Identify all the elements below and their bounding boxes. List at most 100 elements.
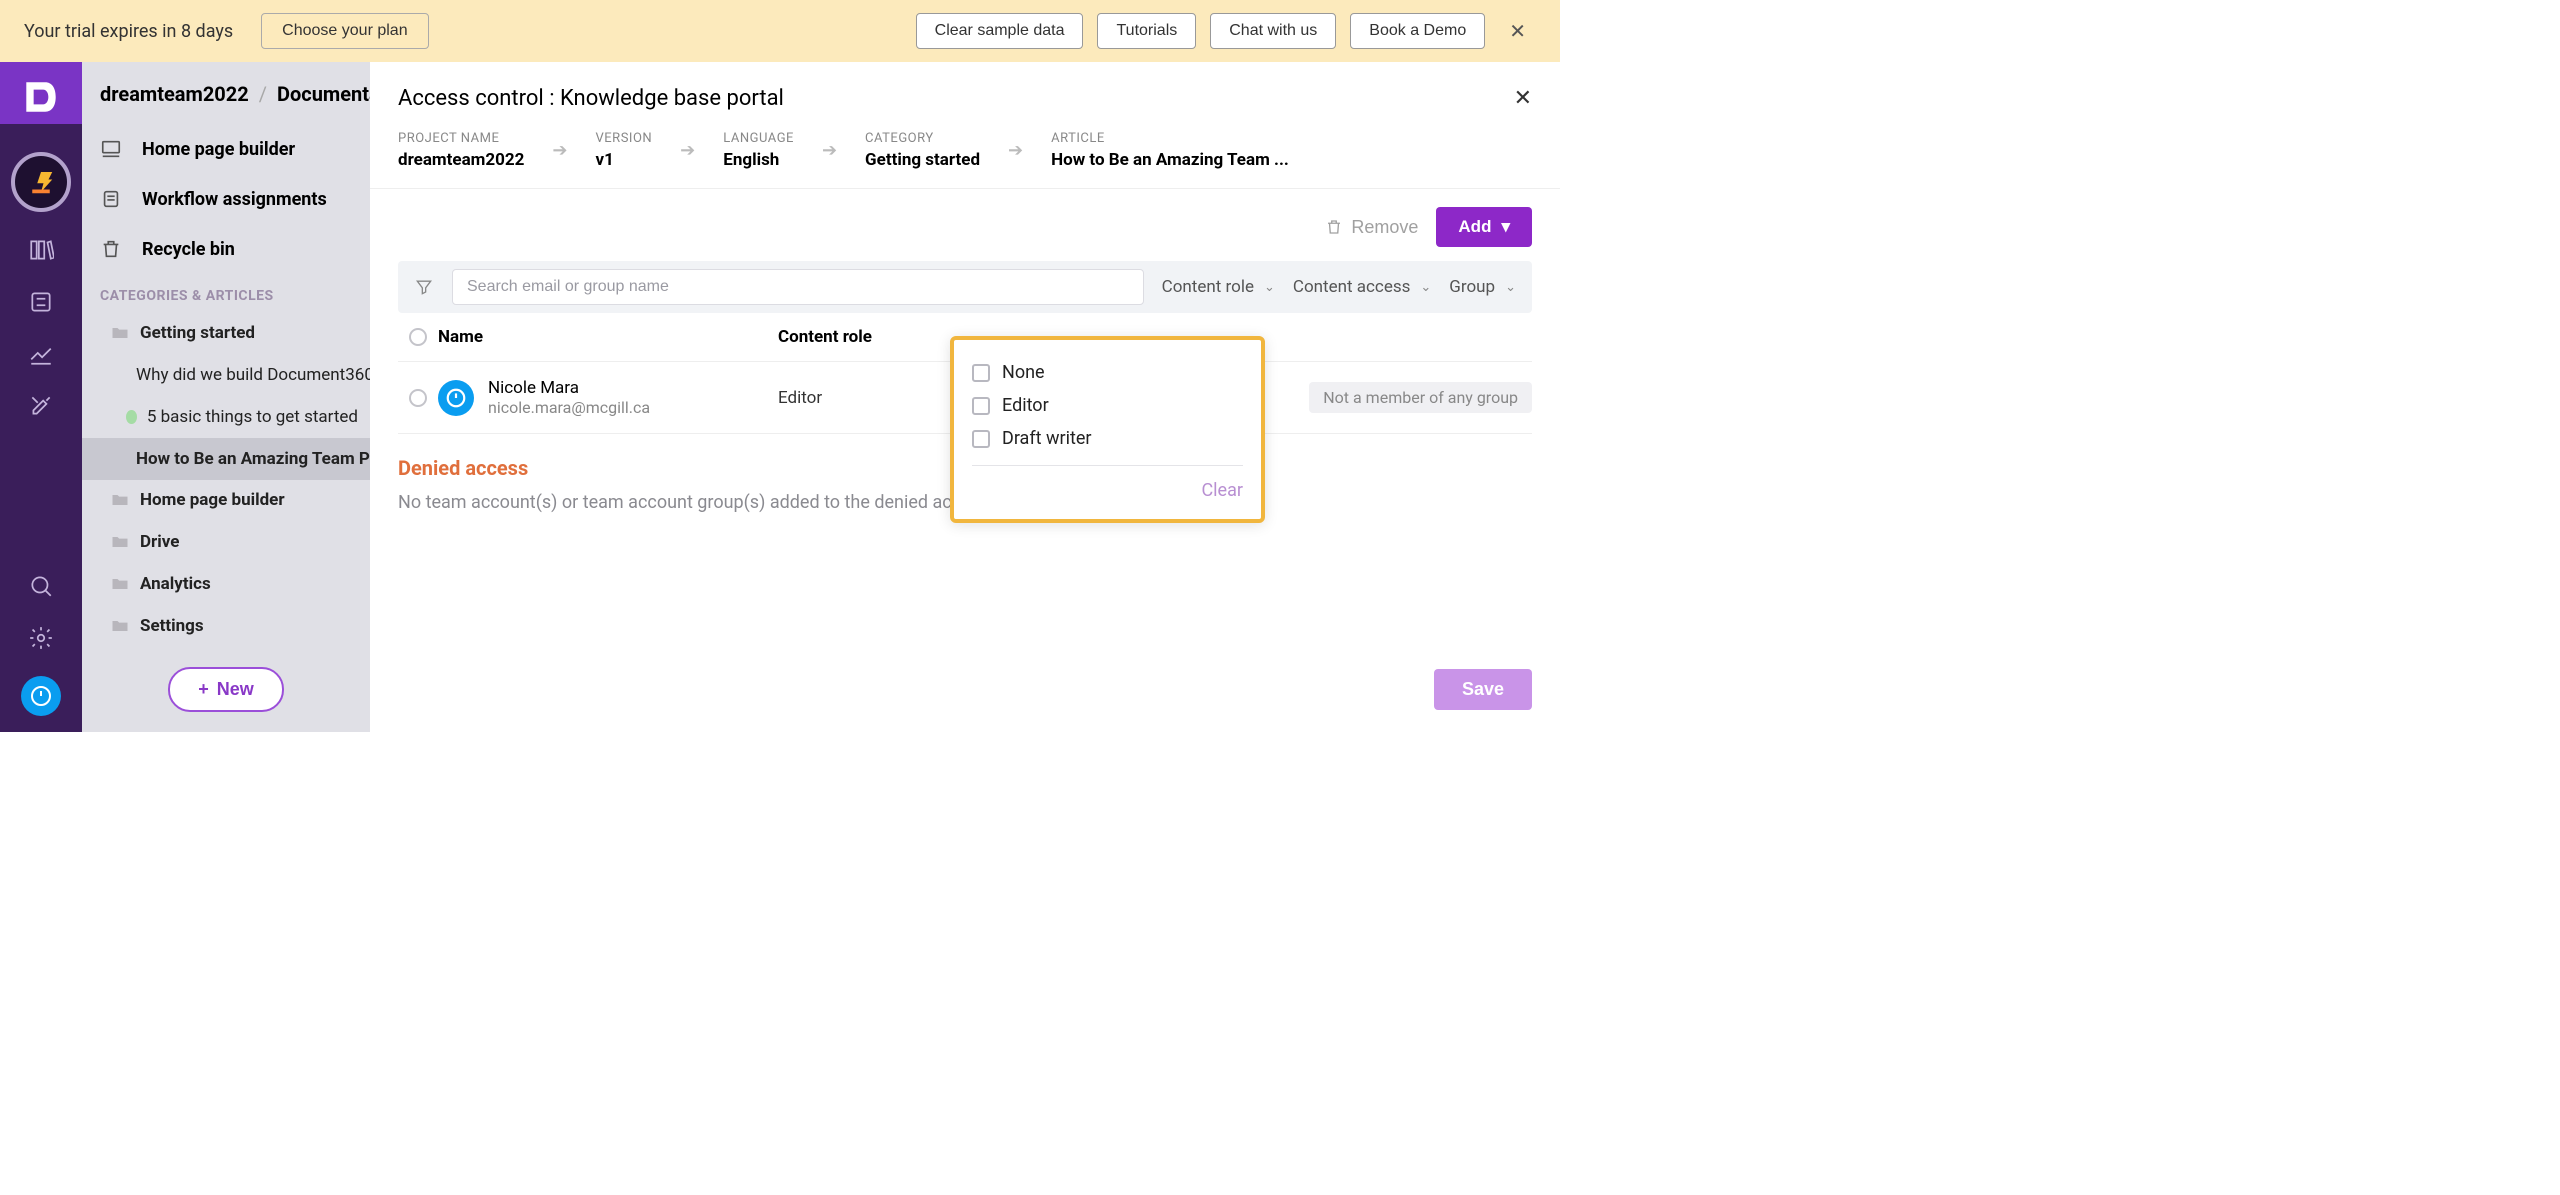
sidebar-workflow[interactable]: Workflow assignments bbox=[82, 174, 370, 224]
crumb-value: English bbox=[723, 150, 794, 170]
crumb-sep: / bbox=[259, 82, 267, 106]
select-all-radio[interactable] bbox=[409, 328, 427, 346]
filter-bar: Content role⌄ Content access⌄ Group⌄ bbox=[398, 261, 1532, 313]
settings-icon[interactable] bbox=[27, 624, 55, 652]
arrow-icon: ➔ bbox=[1008, 140, 1023, 161]
sidebar-recycle[interactable]: Recycle bin bbox=[82, 224, 370, 274]
chevron-down-icon: ⌄ bbox=[1264, 280, 1275, 295]
content-role-filter[interactable]: Content role⌄ bbox=[1162, 277, 1275, 297]
chat-button[interactable]: Chat with us bbox=[1210, 13, 1336, 49]
crumb-value: Getting started bbox=[865, 150, 980, 170]
tutorials-button[interactable]: Tutorials bbox=[1097, 13, 1196, 49]
tree-label: Why did we build Document360 bbox=[136, 365, 370, 385]
panel-close-icon[interactable]: ✕ bbox=[1514, 86, 1532, 111]
option-label: None bbox=[1002, 362, 1045, 383]
user-avatar-icon bbox=[438, 380, 474, 416]
crumb-value: v1 bbox=[596, 150, 653, 170]
sidebar-label: Workflow assignments bbox=[142, 189, 327, 210]
tree-how-active[interactable]: How to Be an Amazing Team Player bbox=[82, 438, 370, 480]
checkbox-icon[interactable] bbox=[972, 364, 990, 382]
tools-icon[interactable] bbox=[27, 392, 55, 420]
group-filter[interactable]: Group⌄ bbox=[1449, 277, 1516, 297]
option-label: Editor bbox=[1002, 395, 1049, 416]
chevron-down-icon: ⌄ bbox=[1420, 280, 1431, 295]
crumb-label: PROJECT NAME bbox=[398, 131, 524, 146]
icon-rail bbox=[0, 62, 82, 732]
plus-icon: + bbox=[198, 679, 209, 700]
app-logo-icon[interactable] bbox=[20, 76, 62, 118]
crumb-label: LANGUAGE bbox=[723, 131, 794, 146]
breadcrumb-row: PROJECT NAME dreamteam2022 ➔ VERSION v1 … bbox=[370, 131, 1560, 189]
checkbox-icon[interactable] bbox=[972, 397, 990, 415]
sidebar: dreamteam2022 / Documentation Home page … bbox=[82, 62, 370, 732]
crumb-category: CATEGORY Getting started bbox=[865, 131, 980, 170]
choose-plan-button[interactable]: Choose your plan bbox=[261, 13, 428, 49]
analytics-icon[interactable] bbox=[27, 340, 55, 368]
popover-clear[interactable]: Clear bbox=[972, 472, 1243, 511]
col-name: Name bbox=[438, 327, 778, 347]
tree-hpb[interactable]: Home page builder bbox=[82, 480, 370, 522]
option-label: Draft writer bbox=[1002, 428, 1092, 449]
new-button[interactable]: + New bbox=[168, 667, 284, 712]
project-avatar[interactable] bbox=[11, 152, 71, 212]
clear-sample-button[interactable]: Clear sample data bbox=[916, 13, 1084, 49]
content-access-filter[interactable]: Content access⌄ bbox=[1293, 277, 1431, 297]
popover-option-draft[interactable]: Draft writer bbox=[972, 422, 1243, 455]
filter-icon[interactable] bbox=[414, 277, 434, 297]
popover-option-none[interactable]: None bbox=[972, 356, 1243, 389]
crumb-language: LANGUAGE English bbox=[723, 131, 794, 170]
arrow-icon: ➔ bbox=[552, 140, 567, 161]
crumb-label: VERSION bbox=[596, 131, 653, 146]
tree-label: Drive bbox=[140, 532, 179, 552]
tree-settings[interactable]: Settings bbox=[82, 605, 370, 647]
panel-title: Access control : Knowledge base portal bbox=[398, 86, 784, 111]
checkbox-icon[interactable] bbox=[972, 430, 990, 448]
folder-icon bbox=[110, 616, 130, 636]
tree-label: 5 basic things to get started bbox=[147, 407, 358, 427]
banner-close-icon[interactable]: ✕ bbox=[1499, 19, 1536, 43]
row-radio[interactable] bbox=[409, 389, 427, 407]
popover-option-editor[interactable]: Editor bbox=[972, 389, 1243, 422]
content-role-popover: None Editor Draft writer Clear bbox=[950, 336, 1265, 523]
crumb-value: dreamteam2022 bbox=[398, 150, 524, 170]
new-label: New bbox=[217, 679, 254, 700]
save-button[interactable]: Save bbox=[1434, 669, 1532, 710]
trial-banner: Your trial expires in 8 days Choose your… bbox=[0, 0, 1560, 62]
docs-icon[interactable] bbox=[27, 236, 55, 264]
trial-text: Your trial expires in 8 days bbox=[24, 21, 233, 42]
folder-icon bbox=[110, 532, 130, 552]
tree-drive[interactable]: Drive bbox=[82, 521, 370, 563]
row-name: Nicole Mara bbox=[488, 378, 650, 398]
forms-icon[interactable] bbox=[27, 288, 55, 316]
tree-analytics[interactable]: Analytics bbox=[82, 563, 370, 605]
search-icon[interactable] bbox=[27, 572, 55, 600]
search-input[interactable] bbox=[452, 269, 1144, 305]
arrow-icon: ➔ bbox=[822, 140, 837, 161]
tree-five[interactable]: 5 basic things to get started bbox=[82, 396, 370, 438]
folder-icon bbox=[110, 574, 130, 594]
crumb-version: VERSION v1 bbox=[596, 131, 653, 170]
categories-header: CATEGORIES & ARTICLES bbox=[82, 274, 370, 312]
trash-icon bbox=[1325, 218, 1343, 236]
monitor-icon bbox=[100, 138, 124, 160]
status-dot-icon bbox=[126, 410, 137, 424]
tree-getting-started[interactable]: Getting started bbox=[82, 312, 370, 354]
crumb-label: CATEGORY bbox=[865, 131, 980, 146]
workflow-icon bbox=[100, 188, 124, 210]
book-demo-button[interactable]: Book a Demo bbox=[1350, 13, 1485, 49]
sidebar-label: Recycle bin bbox=[142, 239, 235, 260]
trash-icon bbox=[100, 238, 124, 260]
chevron-down-icon: ⌄ bbox=[1505, 280, 1516, 295]
add-button[interactable]: Add ▾ bbox=[1436, 207, 1532, 247]
tree-why[interactable]: Why did we build Document360 bbox=[82, 354, 370, 396]
remove-label: Remove bbox=[1351, 217, 1418, 238]
tree-label: How to Be an Amazing Team Player bbox=[136, 449, 370, 469]
tree-label: Getting started bbox=[140, 323, 255, 343]
user-avatar-icon[interactable] bbox=[21, 676, 61, 716]
remove-button[interactable]: Remove bbox=[1325, 217, 1418, 238]
sidebar-home-page-builder[interactable]: Home page builder bbox=[82, 124, 370, 174]
crumb-project[interactable]: dreamteam2022 bbox=[100, 82, 249, 106]
arrow-icon: ➔ bbox=[680, 140, 695, 161]
crumb-section[interactable]: Documentation bbox=[277, 82, 370, 106]
sidebar-label: Home page builder bbox=[142, 139, 295, 160]
